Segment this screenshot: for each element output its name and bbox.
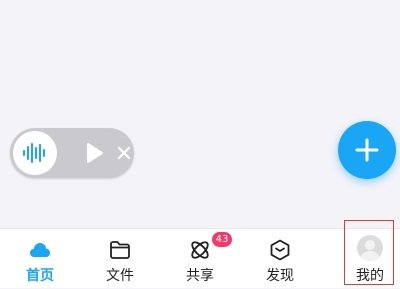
share-atom-icon bbox=[191, 241, 209, 259]
add-button[interactable] bbox=[338, 121, 396, 179]
tab-files-label: 文件 bbox=[106, 268, 134, 284]
tab-discover-label: 发现 bbox=[266, 268, 294, 284]
discover-hexagon-icon bbox=[270, 239, 290, 261]
tab-home[interactable]: 首页 bbox=[0, 229, 80, 289]
audio-wave-icon bbox=[23, 143, 45, 163]
main-content-area bbox=[0, 0, 400, 228]
play-icon[interactable] bbox=[82, 141, 106, 165]
tab-discover[interactable]: 发现 bbox=[240, 229, 320, 289]
profile-tab-highlight-box bbox=[344, 220, 394, 285]
share-count-badge: 43 bbox=[212, 232, 232, 247]
plus-icon bbox=[355, 138, 379, 162]
tab-home-label: 首页 bbox=[26, 268, 54, 284]
audio-mini-player[interactable] bbox=[10, 128, 134, 178]
audio-wave-button[interactable] bbox=[13, 131, 57, 175]
cloud-home-icon bbox=[30, 243, 50, 257]
folder-icon bbox=[110, 241, 130, 259]
tab-files[interactable]: 文件 bbox=[80, 229, 160, 289]
close-icon[interactable] bbox=[114, 143, 134, 163]
tab-share-label: 共享 bbox=[186, 268, 214, 284]
bottom-tab-bar: 首页 文件 共享 发现 我的 bbox=[0, 228, 400, 288]
